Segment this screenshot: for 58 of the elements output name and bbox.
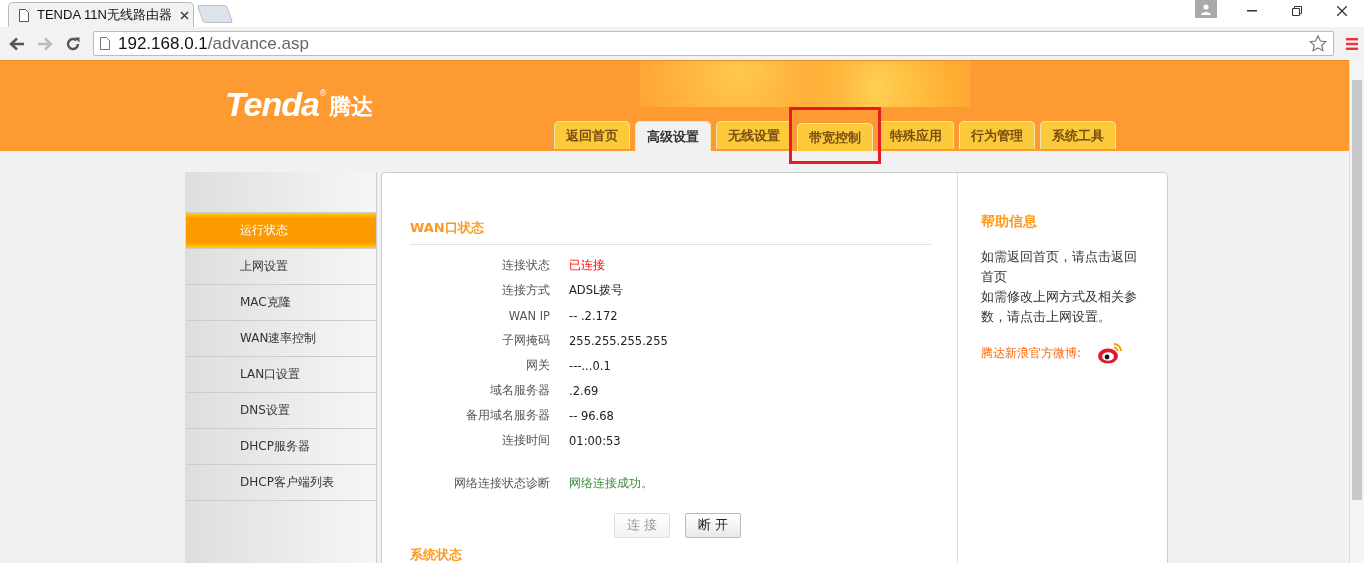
scrollbar[interactable] bbox=[1349, 60, 1364, 563]
star-icon[interactable] bbox=[1309, 35, 1327, 52]
nav-tab[interactable]: 带宽控制 bbox=[797, 123, 873, 151]
field-label: 域名服务器 bbox=[489, 383, 550, 398]
field-label: WAN IP bbox=[507, 308, 550, 323]
field-value: 已连接 bbox=[569, 258, 605, 273]
sidebar-item[interactable]: WAN速率控制 bbox=[186, 321, 376, 357]
page-icon bbox=[100, 37, 110, 50]
sidebar-item[interactable]: DHCP客户端列表 bbox=[186, 465, 376, 501]
new-tab-button[interactable] bbox=[196, 5, 234, 23]
nav-tab[interactable]: 返回首页 bbox=[554, 121, 630, 149]
status-message: 网络连接成功。 bbox=[569, 476, 653, 491]
nav-tab[interactable]: 系统工具 bbox=[1040, 121, 1116, 149]
field-value: ADSL拨号 bbox=[569, 283, 624, 298]
section-title: WAN口状态 bbox=[410, 219, 485, 237]
field-label: 连接时间 bbox=[501, 433, 550, 448]
user-button[interactable] bbox=[1195, 0, 1217, 18]
field-label: 备用域名服务器 bbox=[465, 408, 550, 423]
field-value: 255.255.255.255 bbox=[569, 333, 668, 348]
close-icon[interactable] bbox=[179, 10, 189, 20]
sidebar-item[interactable]: 上网设置 bbox=[186, 249, 376, 285]
help-paragraph: 如需修改上网方式及相关参数，请点击上网设置。 bbox=[981, 288, 1138, 326]
nav-tab[interactable]: 无线设置 bbox=[716, 121, 792, 149]
page-icon bbox=[19, 8, 29, 22]
browser-tab[interactable]: TENDA 11N无线路由器 bbox=[8, 2, 194, 27]
logo: Tenda$^{®}$腾达 bbox=[225, 85, 373, 124]
nav-tab[interactable]: 高级设置 bbox=[635, 121, 711, 151]
field-value: ---...0.1 bbox=[569, 358, 611, 373]
sidebar-item[interactable]: MAC克隆 bbox=[186, 285, 376, 321]
nav-tab[interactable]: 行为管理 bbox=[959, 121, 1035, 149]
weibo-label: 腾达新浪官方微博: bbox=[981, 344, 1082, 362]
field-value: -- .2.172 bbox=[569, 308, 618, 323]
field-value: 01:00:53 bbox=[569, 433, 621, 448]
back-icon[interactable] bbox=[9, 36, 25, 51]
minimize-icon bbox=[1246, 10, 1257, 12]
address-bar[interactable]: 192.168.0.1/advance.asp bbox=[93, 31, 1334, 56]
sidebar-item[interactable]: DHCP服务器 bbox=[186, 429, 376, 465]
menu-icon[interactable] bbox=[1346, 37, 1358, 50]
field-label: 子网掩码 bbox=[501, 333, 550, 348]
sidebar-item[interactable]: DNS设置 bbox=[186, 393, 376, 429]
url-text: 192.168.0.1/advance.asp bbox=[118, 33, 309, 54]
person-icon bbox=[1201, 3, 1211, 15]
help-paragraph: 如需返回首页，请点击返回首页 bbox=[981, 248, 1138, 286]
sidebar-item[interactable]: LAN口设置 bbox=[186, 357, 376, 393]
nav-tab[interactable]: 特殊应用 bbox=[878, 121, 954, 149]
close-icon bbox=[1336, 6, 1347, 16]
disconnect-button[interactable]: 断 开 bbox=[685, 513, 741, 538]
restore-icon bbox=[1291, 6, 1302, 16]
tab-title: TENDA 11N无线路由器 bbox=[37, 6, 172, 24]
help-title: 帮助信息 bbox=[981, 213, 1038, 231]
reload-icon[interactable] bbox=[65, 35, 81, 52]
field-label: 网络连接状态诊断 bbox=[453, 476, 550, 491]
field-label: 网关 bbox=[525, 358, 550, 373]
field-value: -- 96.68 bbox=[569, 408, 614, 423]
field-value: .2.69 bbox=[569, 383, 599, 398]
field-label: 连接方式 bbox=[501, 283, 550, 298]
section-title: 系统状态 bbox=[410, 546, 463, 563]
field-label: 连接状态 bbox=[501, 258, 550, 273]
